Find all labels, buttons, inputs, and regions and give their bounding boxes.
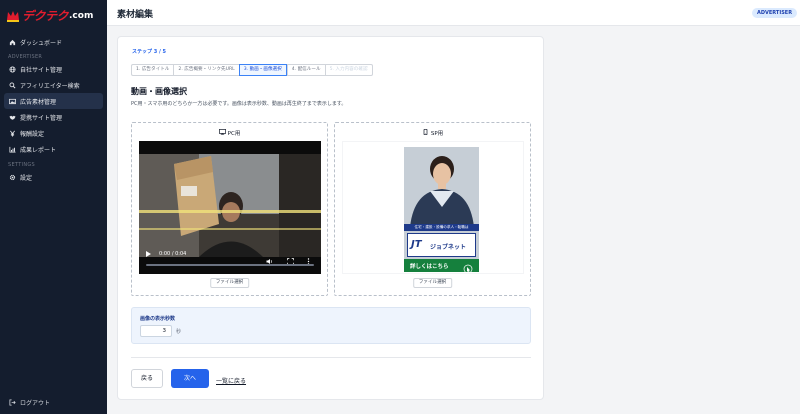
top-header: 素材編集 ADVERTISER: [107, 0, 800, 26]
step-3-media[interactable]: 3. 動画・画像選択: [238, 64, 287, 76]
pc-media-panel: PC用 0:00 / 0:04 ファイル選択: [131, 122, 328, 296]
image-icon: [8, 97, 16, 105]
sidebar-item-own-sites[interactable]: 自社サイト管理: [0, 61, 107, 77]
handshake-icon: [8, 113, 16, 121]
sp-panel-title: SP用: [335, 128, 530, 137]
role-badge: ADVERTISER: [752, 8, 798, 18]
video-frame-image: [139, 154, 321, 257]
divider: [131, 357, 531, 358]
more-options-icon[interactable]: [305, 250, 312, 265]
home-icon: [8, 38, 16, 46]
sidebar: デクテク .com ダッシュボード ADVERTISER 自社サイト管理 アフィ…: [0, 0, 107, 414]
logo-suffix: .com: [69, 11, 94, 21]
gear-icon: [8, 173, 16, 181]
chart-icon: [8, 145, 16, 153]
sidebar-item-label: ダッシュボード: [20, 39, 63, 47]
globe-icon: [8, 65, 16, 73]
sidebar-item-label: 広告素材管理: [20, 98, 57, 106]
yen-icon: [8, 129, 16, 137]
sp-panel-title-text: SP用: [430, 131, 444, 137]
step-1-title[interactable]: 1. 広告タイトル: [131, 64, 174, 76]
image-duration-box: 画像の表示秒数 3 秒: [131, 307, 531, 344]
back-to-list-link[interactable]: 一覧に戻る: [216, 376, 246, 385]
nav-advertiser: ADVERTISER 自社サイト管理 アフィリエイター検索 広告素材管理 提携サ…: [0, 53, 107, 157]
sp-media-panel: SP用 住宅・建設・設備の求人・転職は JT ジョブネット 詳しくはこちら ファ…: [334, 122, 531, 296]
image-duration-label: 画像の表示秒数: [140, 316, 176, 322]
sidebar-item-dashboard[interactable]: ダッシュボード: [0, 34, 107, 50]
next-button[interactable]: 次へ: [171, 369, 209, 388]
wizard-stepper: 1. 広告タイトル 2. 広告概要・リンク先URL 3. 動画・画像選択 4. …: [131, 64, 373, 76]
nav-section-title: SETTINGS: [8, 162, 36, 168]
nav-settings: SETTINGS 設定: [0, 161, 107, 185]
sidebar-item-partner-sites[interactable]: 提携サイト管理: [0, 109, 107, 125]
desktop-icon: [218, 129, 226, 137]
sp-ad-cta-text: 詳しくはこちら: [410, 264, 449, 270]
mobile-icon: [422, 128, 429, 137]
pointer-icon: [463, 260, 473, 272]
sp-ad-headline: 住宅・建設・設備の求人・転職は: [404, 224, 479, 231]
step-2-overview-url[interactable]: 2. 広告概要・リンク先URL: [173, 64, 239, 76]
sidebar-item-label: アフィリエイター検索: [20, 82, 80, 90]
brand-logo[interactable]: デクテク .com: [6, 6, 93, 24]
crown-logo-icon: [6, 8, 20, 22]
sp-image-preview: 住宅・建設・設備の求人・転職は JT ジョブネット 詳しくはこちら: [342, 141, 524, 274]
step-4-delivery-rules[interactable]: 4. 配信ルール: [286, 64, 325, 76]
sp-file-select-button[interactable]: ファイル選択: [412, 278, 453, 288]
logout-label: ログアウト: [20, 400, 51, 407]
page-title: 素材編集: [117, 10, 154, 20]
sidebar-item-label: 自社サイト管理: [20, 66, 63, 74]
video-progress-bar[interactable]: [146, 264, 314, 266]
sp-ad-brand-mark: JT: [411, 239, 422, 250]
section-description: PC用・スマホ用のどちらか一方は必要です。画像は表示秒数、動画は再生終了まで表示…: [131, 101, 347, 107]
sidebar-item-affiliate-search[interactable]: アフィリエイター検索: [0, 77, 107, 93]
search-icon: [8, 81, 16, 89]
video-time: 0:00 / 0:04: [159, 251, 187, 257]
image-duration-input[interactable]: 3: [140, 325, 172, 337]
sp-ad-brand-name: ジョブネット: [430, 244, 467, 251]
sp-ad-image: 住宅・建設・設備の求人・転職は JT ジョブネット 詳しくはこちら: [404, 147, 479, 272]
sidebar-item-label: 成果レポート: [20, 146, 57, 154]
nav-main: ダッシュボード: [0, 34, 107, 50]
image-duration-unit: 秒: [176, 329, 182, 335]
volume-icon[interactable]: [266, 250, 273, 264]
sp-ad-brand-block: JT ジョブネット: [407, 233, 476, 257]
pc-panel-title-text: PC用: [227, 131, 241, 137]
play-icon[interactable]: [146, 251, 151, 257]
back-button[interactable]: 戻る: [131, 369, 163, 388]
video-controls: 0:00 / 0:04: [139, 245, 321, 274]
sidebar-item-label: 設定: [20, 174, 33, 182]
nav-section-title: ADVERTISER: [8, 54, 43, 60]
pc-video-player[interactable]: 0:00 / 0:04: [139, 141, 321, 274]
sidebar-item-label: 報酬設定: [20, 130, 45, 138]
sidebar-item-label: 提携サイト管理: [20, 114, 63, 122]
sidebar-item-ad-materials[interactable]: 広告素材管理: [4, 93, 103, 109]
step-5-confirm: 5. 入力内容の確認: [324, 64, 373, 76]
logo-text: デクテク: [22, 8, 69, 23]
section-title: 動画・画像選択: [131, 87, 187, 96]
sidebar-item-performance-report[interactable]: 成果レポート: [0, 141, 107, 157]
fullscreen-icon[interactable]: [287, 250, 294, 265]
pc-file-select-button[interactable]: ファイル選択: [209, 278, 250, 288]
edit-material-card: ステップ 3 / 5 1. 広告タイトル 2. 広告概要・リンク先URL 3. …: [117, 36, 544, 400]
logout-button[interactable]: ログアウト: [8, 398, 50, 407]
sidebar-item-settings[interactable]: 設定: [0, 169, 107, 185]
sidebar-item-reward-settings[interactable]: 報酬設定: [0, 125, 107, 141]
pc-panel-title: PC用: [132, 129, 327, 137]
step-indicator: ステップ 3 / 5: [132, 49, 167, 55]
logout-icon: [8, 399, 16, 407]
sp-ad-cta: 詳しくはこちら: [404, 259, 479, 272]
